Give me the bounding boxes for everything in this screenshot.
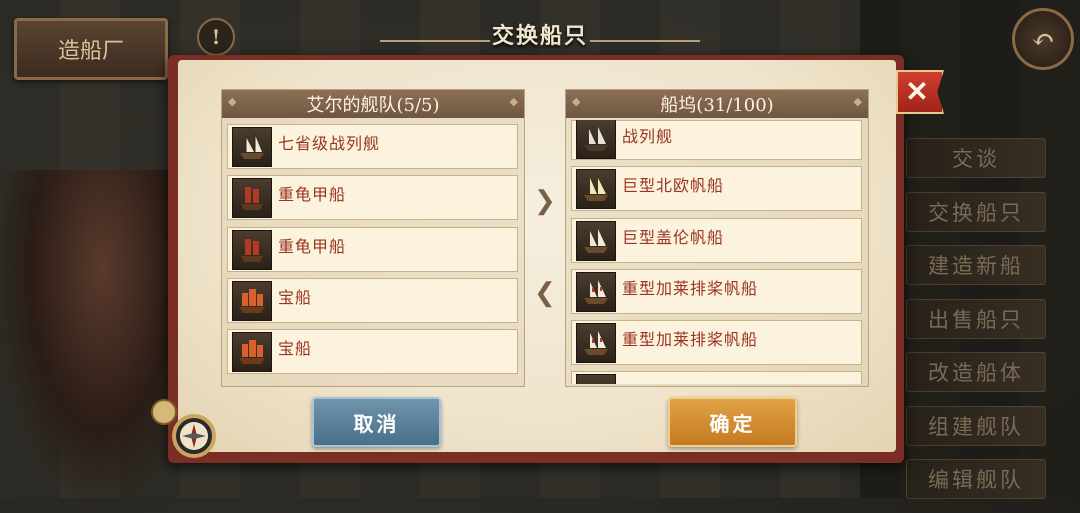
side-menu: 交谈 交换船只 建造新船 出售船只 改造船体 组建舰队 编辑舰队 bbox=[906, 138, 1046, 513]
nordic-sailship-icon bbox=[576, 169, 616, 210]
ship-name: 宝船 bbox=[278, 339, 313, 359]
turtle-ship-icon bbox=[232, 178, 272, 219]
ship-name: 巨型盖伦帆船 bbox=[622, 227, 725, 247]
confirm-button[interactable]: 确定 bbox=[668, 397, 797, 447]
galleass-icon bbox=[576, 323, 616, 364]
move-left-arrow-icon[interactable]: ❮ bbox=[534, 278, 556, 308]
side-menu-build-ship[interactable]: 建造新船 bbox=[906, 245, 1046, 285]
list-item[interactable]: 七省级战列舰 bbox=[227, 124, 518, 169]
side-menu-talk[interactable]: 交谈 bbox=[906, 138, 1046, 178]
dialog-title: 交换船只 bbox=[491, 23, 588, 49]
shipyard-sign: 造船厂 bbox=[14, 18, 168, 80]
alert-icon[interactable]: ! bbox=[197, 18, 235, 56]
list-item[interactable]: 巨型北欧帆船 bbox=[571, 166, 862, 212]
close-icon: ✕ bbox=[905, 75, 929, 108]
treasure-ship-icon bbox=[232, 280, 272, 321]
fleet-panel: 艾尔的舰队(5/5) 七省级战列舰 重龟甲船 重龟甲船 宝船 bbox=[221, 89, 525, 387]
dock-panel-header: 船坞(31/100) bbox=[566, 90, 868, 118]
ship-name: 重龟甲船 bbox=[278, 185, 347, 205]
list-item[interactable]: 宝船 bbox=[227, 277, 518, 323]
fleet-panel-header: 艾尔的舰队(5/5) bbox=[222, 90, 524, 118]
move-right-arrow-icon[interactable]: ❯ bbox=[534, 186, 556, 216]
ship-of-the-line-icon bbox=[576, 120, 616, 159]
close-button[interactable]: ✕ bbox=[896, 70, 944, 114]
side-menu-form-fleet[interactable]: 组建舰队 bbox=[906, 405, 1046, 446]
ship-name: 重型加莱排桨帆船 bbox=[622, 330, 759, 350]
title-ornament-left bbox=[380, 40, 490, 42]
dialog-title-bar: 交换船只 bbox=[380, 14, 700, 54]
ship-name: 七省级战列舰 bbox=[278, 134, 381, 153]
side-menu-exchange-ships[interactable]: 交换船只 bbox=[906, 191, 1046, 232]
background-character bbox=[0, 170, 170, 498]
dock-ship-list[interactable]: 战列舰 巨型北欧帆船 巨型盖伦帆船 重型加莱排桨帆船 重型加莱排桨帆船 bbox=[571, 120, 862, 384]
ship-name: 宝船 bbox=[278, 287, 313, 307]
ship-name: 重型加莱排桨帆船 bbox=[622, 278, 759, 298]
galleass-icon bbox=[576, 271, 616, 312]
list-item[interactable]: 巨型盖伦帆船 bbox=[571, 217, 862, 263]
list-item[interactable]: 重龟甲船 bbox=[227, 175, 518, 221]
list-item[interactable]: 重型加莱排桨帆船 bbox=[571, 268, 862, 314]
list-item[interactable]: 重型加莱排桨帆船 bbox=[571, 320, 862, 366]
list-item[interactable]: 重龟甲船 bbox=[227, 226, 518, 272]
ship-name: 战列舰 bbox=[622, 127, 674, 146]
treasure-ship-icon bbox=[232, 332, 272, 373]
ship-name: 巨型北欧帆船 bbox=[622, 176, 725, 196]
galleon-icon bbox=[232, 127, 272, 167]
cancel-button[interactable]: 取消 bbox=[312, 397, 441, 447]
list-item[interactable]: 宝船 bbox=[227, 329, 518, 375]
galleon-icon bbox=[576, 220, 616, 261]
ship-icon bbox=[576, 374, 616, 384]
side-menu-edit-fleet[interactable]: 编辑舰队 bbox=[906, 459, 1046, 499]
side-menu-modify-hull[interactable]: 改造船体 bbox=[906, 352, 1046, 392]
side-menu-sell-ship[interactable]: 出售船只 bbox=[906, 298, 1046, 339]
ship-name: 重龟甲船 bbox=[278, 236, 347, 256]
fleet-ship-list: 七省级战列舰 重龟甲船 重龟甲船 宝船 宝船 bbox=[227, 124, 518, 380]
turtle-ship-icon bbox=[232, 229, 272, 270]
list-item[interactable] bbox=[571, 371, 862, 384]
back-icon[interactable]: ↶ bbox=[1012, 8, 1074, 70]
compass-icon bbox=[150, 392, 220, 462]
list-item[interactable]: 战列舰 bbox=[571, 120, 862, 160]
title-ornament-right bbox=[590, 40, 700, 42]
dock-panel: 船坞(31/100) 战列舰 巨型北欧帆船 巨型盖伦帆船 重型加莱排桨帆船 bbox=[565, 89, 869, 387]
